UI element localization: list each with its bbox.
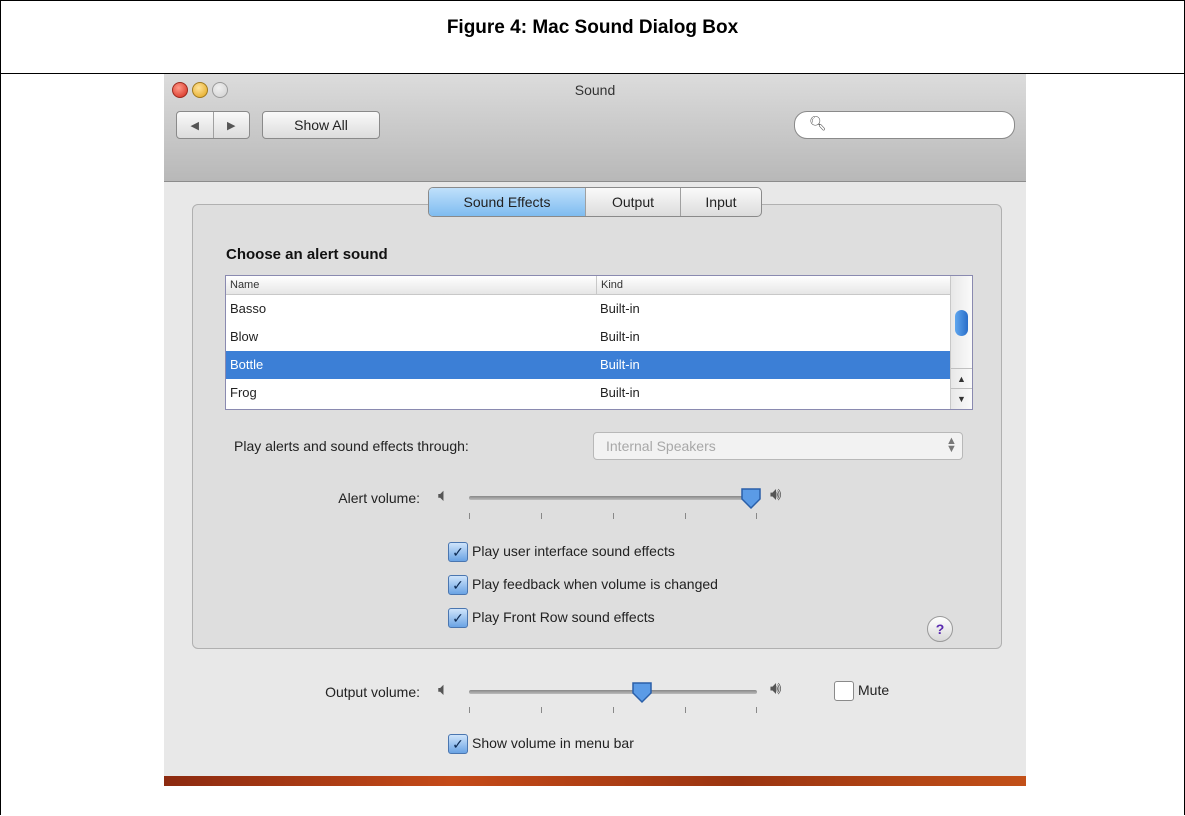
sound-window: Sound ◀ ▶ Show All 🔍︎ Sound Effects Outp… xyxy=(164,74,1026,786)
caption-row: Figure 4: Mac Sound Dialog Box xyxy=(1,1,1184,74)
feedback-volume-checkbox[interactable]: ✓ xyxy=(448,575,468,595)
alert-volume-slider[interactable] xyxy=(469,496,757,500)
list-scrollbar[interactable]: ▲ ▼ xyxy=(950,276,972,409)
help-button[interactable]: ? xyxy=(927,616,953,642)
select-stepper-icon: ▲ ▼ xyxy=(946,435,957,455)
list-item-selected[interactable]: Bottle Built-in xyxy=(226,351,950,379)
sound-kind: Built-in xyxy=(600,385,640,400)
output-device-select[interactable]: Internal Speakers ▲ ▼ xyxy=(593,432,963,460)
output-volume-label: Output volume: xyxy=(325,684,420,700)
sound-name: Basso xyxy=(230,301,267,316)
list-item[interactable]: Frog Built-in xyxy=(226,379,950,407)
column-header-name[interactable]: Name xyxy=(230,279,259,291)
sound-name: Frog xyxy=(230,385,257,400)
speaker-low-icon: 🔈︎ xyxy=(438,679,449,699)
alert-volume-label: Alert volume: xyxy=(338,490,420,506)
output-volume-slider[interactable] xyxy=(469,690,757,694)
alert-sound-list[interactable]: Name Kind Basso Built-in Blow Built-in B… xyxy=(225,275,973,410)
speaker-high-icon: 🔊︎ xyxy=(770,678,782,698)
show-volume-label: Show volume in menu bar xyxy=(472,735,634,751)
scroll-down-icon[interactable]: ▼ xyxy=(951,388,972,409)
tab-output[interactable]: Output xyxy=(586,188,681,216)
sound-name: Blow xyxy=(230,329,259,344)
forward-arrow-icon[interactable]: ▶ xyxy=(214,112,250,138)
sound-name: Bottle xyxy=(230,357,264,372)
mute-label: Mute xyxy=(858,682,890,698)
ui-sound-effects-label: Play user interface sound effects xyxy=(472,543,675,559)
front-row-label: Play Front Row sound effects xyxy=(472,609,655,625)
output-device-value: Internal Speakers xyxy=(606,438,716,454)
play-through-label: Play alerts and sound effects through: xyxy=(234,438,469,454)
speaker-high-icon: 🔊︎ xyxy=(770,484,782,504)
tab-sound-effects[interactable]: Sound Effects xyxy=(429,188,586,216)
search-input[interactable]: 🔍︎ xyxy=(794,111,1015,139)
alert-volume-knob[interactable] xyxy=(739,486,763,510)
alert-sound-heading: Choose an alert sound xyxy=(226,246,388,263)
back-arrow-icon[interactable]: ◀ xyxy=(177,112,214,138)
scroll-up-icon[interactable]: ▲ xyxy=(951,368,972,389)
alert-volume-ticks xyxy=(469,513,757,521)
sound-kind: Built-in xyxy=(600,301,640,316)
column-header-kind[interactable]: Kind xyxy=(596,276,623,294)
speaker-low-icon: 🔈︎ xyxy=(438,485,449,505)
ui-sound-effects-checkbox[interactable]: ✓ xyxy=(448,542,468,562)
window-title: Sound xyxy=(574,82,616,98)
list-item[interactable]: Blow Built-in xyxy=(226,323,950,351)
mute-checkbox[interactable] xyxy=(834,681,854,701)
list-header: Name Kind xyxy=(226,276,950,295)
tab-bar: Sound Effects Output Input xyxy=(428,187,762,217)
output-volume-ticks xyxy=(469,707,757,715)
figure-caption: Figure 4: Mac Sound Dialog Box xyxy=(446,17,739,38)
document-frame: Figure 4: Mac Sound Dialog Box Sound ◀ ▶… xyxy=(0,0,1185,815)
sound-kind: Built-in xyxy=(600,357,640,372)
desktop-background-strip xyxy=(164,776,1026,786)
show-volume-checkbox[interactable]: ✓ xyxy=(448,734,468,754)
list-item[interactable]: Basso Built-in xyxy=(226,295,950,323)
scrollbar-thumb[interactable] xyxy=(955,310,968,336)
sound-kind: Built-in xyxy=(600,329,640,344)
tab-input[interactable]: Input xyxy=(681,188,761,216)
search-icon: 🔍︎ xyxy=(809,115,827,131)
output-volume-knob[interactable] xyxy=(630,680,654,704)
feedback-volume-label: Play feedback when volume is changed xyxy=(472,576,718,592)
window-toolbar: Sound ◀ ▶ Show All 🔍︎ xyxy=(164,74,1026,182)
front-row-checkbox[interactable]: ✓ xyxy=(448,608,468,628)
show-all-button[interactable]: Show All xyxy=(262,111,380,139)
back-forward-control: ◀ ▶ xyxy=(176,111,250,139)
